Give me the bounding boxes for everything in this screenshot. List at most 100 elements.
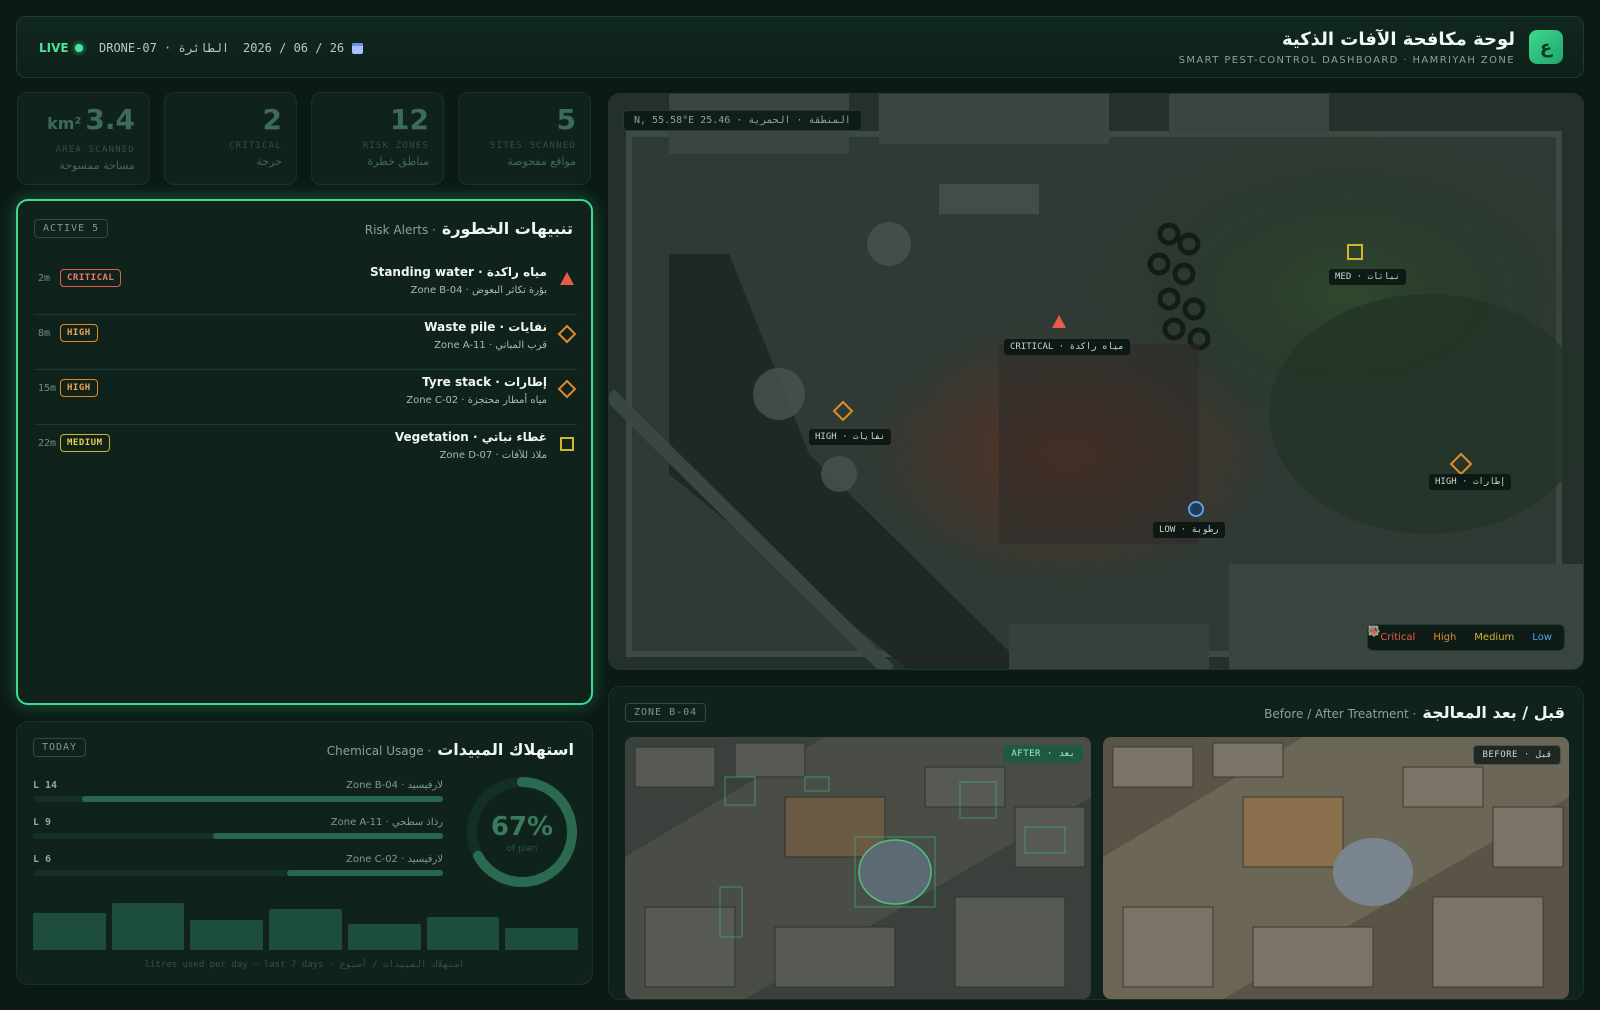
- after-image[interactable]: AFTER · بعد: [625, 737, 1091, 999]
- severity-badge: HIGH: [60, 324, 98, 342]
- usage-fill: [82, 796, 443, 802]
- live-indicator: LIVE: [39, 41, 83, 55]
- litres-value: L 9: [33, 817, 52, 828]
- page-title: لوحة مكافحة الآفات الذكية: [1281, 29, 1515, 50]
- stat-label-en: SITES SCANNED: [489, 141, 576, 151]
- alert-item[interactable]: 22m MEDIUM Vegetation · غطاء نباتي Zone …: [34, 424, 577, 480]
- before-after-panel: ZONE B-04 Before / After Treatment · قبل…: [608, 686, 1584, 1000]
- diamond-icon[interactable]: [1449, 452, 1473, 476]
- map-coordinates: N, 55.58°E 25.46 · المنطقة · الحمرية: [623, 110, 862, 131]
- alert-time: 22m: [38, 438, 57, 449]
- stat-label-en: CRITICAL: [229, 141, 282, 151]
- stat-label-ar: مناطق خطرة: [367, 155, 429, 168]
- page-subtitle: SMART PEST-CONTROL DASHBOARD · HAMRIYAH …: [1178, 55, 1515, 66]
- square-icon: [560, 437, 574, 451]
- date-display[interactable]: 2026 / 06 / 26: [243, 41, 364, 55]
- before-image[interactable]: BEFORE · قبل: [1103, 737, 1569, 999]
- calendar-icon[interactable]: [352, 42, 364, 54]
- stat-label-en: RISK ZONES: [362, 141, 429, 151]
- severity-badge: HIGH: [60, 379, 98, 397]
- alert-title: Tyre stack · إطارات: [422, 375, 547, 389]
- usage-track: [33, 833, 443, 839]
- alert-item[interactable]: 15m HIGH Tyre stack · إطارات Zone C-02 ·…: [34, 369, 577, 425]
- triangle-icon[interactable]: [1049, 312, 1069, 332]
- chemical-row: L 9 Zone A-11 · رذاذ سطحي: [33, 817, 443, 847]
- alert-title: Waste pile · نفايات: [424, 320, 547, 334]
- circle-icon: [1369, 625, 1379, 636]
- marker-label-tyres: HIGH · إطارات: [1429, 474, 1512, 490]
- daily-bar: [33, 912, 106, 950]
- drone-id: DRONE-07 · الطائرة: [99, 41, 230, 55]
- legend-low: Low: [1369, 625, 1552, 643]
- live-label: LIVE: [39, 41, 69, 55]
- before-after-title-en: Before / After Treatment ·: [1264, 707, 1417, 721]
- stat-card-critical: 2 CRITICAL حرجة: [164, 92, 297, 185]
- chemical-footer: litres used per day — last 7 days · استه…: [144, 960, 465, 970]
- active-count-chip: ACTIVE 5: [34, 219, 109, 238]
- risk-alerts-panel: ACTIVE 5 Risk Alerts · تنبيهات الخطورة 2…: [16, 199, 593, 705]
- stat-label-ar: حرجة: [256, 155, 282, 168]
- alert-subtitle: Zone A-11 · قرب المباني: [434, 340, 547, 351]
- brand-logo: ع: [1529, 30, 1563, 64]
- date-text: 2026 / 06 / 26: [243, 41, 345, 55]
- triangle-icon: [560, 272, 574, 285]
- alert-subtitle: Zone C-02 · مياه أمطار محتجزة: [406, 395, 547, 406]
- usage-track: [33, 796, 443, 802]
- chemical-title-en: Chemical Usage ·: [326, 744, 432, 758]
- marker-label-low: LOW · رطوبة: [1153, 522, 1225, 538]
- severity-badge: CRITICAL: [60, 269, 122, 287]
- legend-high: High: [1368, 625, 1457, 643]
- alert-subtitle: Zone B-04 · بؤرة تكاثر البعوض: [410, 285, 547, 296]
- alert-item[interactable]: 8m HIGH Waste pile · نفايات Zone A-11 · …: [34, 314, 577, 370]
- header-bar: LIVE DRONE-07 · الطائرة 2026 / 06 / 26 ل…: [16, 16, 1584, 78]
- zone-label: Zone A-11 · رذاذ سطحي: [330, 817, 443, 828]
- usage-fill: [287, 870, 443, 876]
- legend-label: Medium: [1474, 632, 1515, 643]
- donut-subtitle: of plan: [506, 844, 538, 854]
- legend-critical: Critical: [1369, 626, 1416, 643]
- stat-value: km² 3.4: [32, 103, 135, 141]
- daily-bar: [269, 909, 342, 950]
- diamond-icon: [557, 379, 577, 399]
- live-dot-icon: [74, 44, 83, 52]
- stat-card-sites: 5 SITES SCANNED مواقع مفحوصة: [458, 92, 591, 185]
- chemical-title: Chemical Usage · استهلاك المبيدات: [327, 740, 574, 759]
- stat-unit: km²: [47, 114, 82, 133]
- zone-label: Zone B-04 · لارفيسيد: [346, 780, 443, 791]
- stat-label-ar: مواقع مفحوصة: [507, 155, 576, 168]
- alerts-title-ar: تنبيهات الخطورة: [441, 219, 573, 238]
- diamond-icon[interactable]: [832, 400, 854, 422]
- legend-label: Low: [1532, 632, 1552, 643]
- chemical-usage-panel: TODAY Chemical Usage · استهلاك المبيدات …: [16, 721, 593, 985]
- daily-bar: [111, 903, 185, 950]
- chemical-row: L 6 Zone C-02 · لارفيسيد: [33, 854, 443, 884]
- aerial-map[interactable]: N, 55.58°E 25.46 · المنطقة · الحمرية CRI…: [608, 93, 1584, 670]
- alert-time: 2m: [38, 273, 51, 284]
- legend-medium: Medium: [1369, 625, 1515, 643]
- marker-label-critical: CRITICAL · مياه راكدة: [1004, 339, 1130, 355]
- before-tag: BEFORE · قبل: [1473, 745, 1561, 765]
- alerts-title-en: Risk Alerts ·: [364, 223, 436, 237]
- marker-label-vegetation: MED · نباتات: [1329, 269, 1407, 285]
- stat-card-area: km² 3.4 AREA SCANNED مساحة ممسوحة: [17, 92, 150, 185]
- alert-time: 15m: [38, 383, 57, 394]
- stat-value: 2: [262, 103, 282, 136]
- legend-label: High: [1433, 632, 1457, 643]
- alert-subtitle: Zone D-07 · ملاذ للآفات: [439, 450, 547, 461]
- alert-item[interactable]: 2m CRITICAL Standing water · مياه راكدة …: [34, 259, 577, 315]
- legend-label: Critical: [1380, 632, 1416, 643]
- alert-time: 8m: [38, 328, 51, 339]
- usage-track: [33, 870, 443, 876]
- before-after-title: Before / After Treatment · قبل / بعد الم…: [1264, 703, 1565, 722]
- stat-value: 5: [556, 103, 576, 136]
- severity-badge: MEDIUM: [60, 434, 110, 452]
- alert-title: Vegetation · غطاء نباتي: [394, 430, 547, 444]
- daily-bar: [426, 916, 500, 950]
- donut-value: 67%: [490, 812, 554, 842]
- circle-icon[interactable]: [1186, 499, 1206, 519]
- alerts-title: Risk Alerts · تنبيهات الخطورة: [365, 219, 573, 238]
- after-aerial-image: [625, 737, 1091, 999]
- square-icon[interactable]: [1345, 242, 1365, 262]
- map-legend: Critical High Medium Low: [1367, 624, 1565, 651]
- stat-card-risk-zones: 12 RISK ZONES مناطق خطرة: [311, 92, 444, 185]
